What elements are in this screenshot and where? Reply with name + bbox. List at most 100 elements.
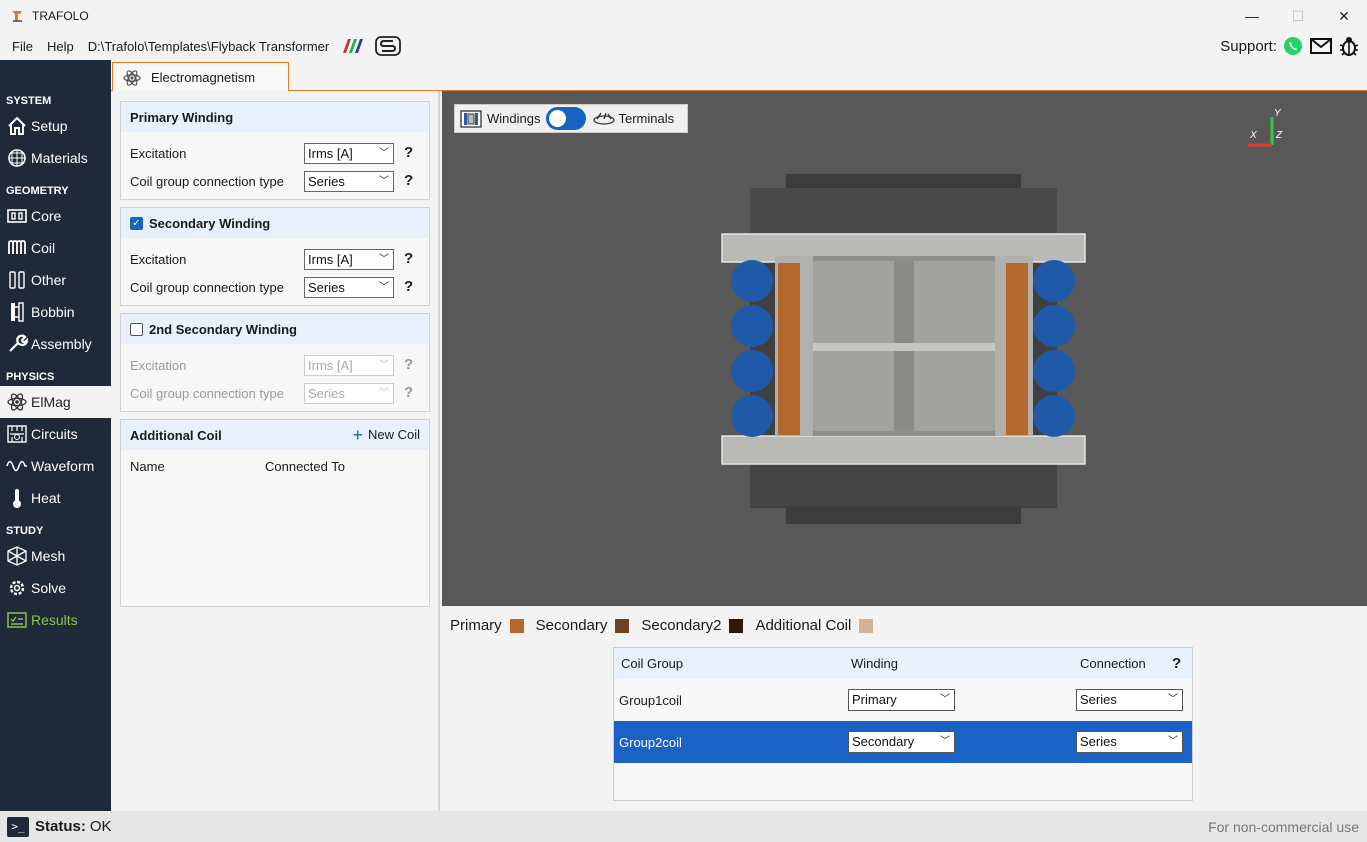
new-coil-label: New Coil xyxy=(367,427,420,442)
close-button[interactable]: ✕ xyxy=(1321,0,1367,32)
column-name: Name xyxy=(130,458,165,474)
toggle-knob xyxy=(549,110,567,127)
chevron-down-icon: ﹀ xyxy=(379,360,389,371)
sidebar-item-waveform[interactable]: Waveform xyxy=(0,450,111,482)
menu-help[interactable]: Help xyxy=(47,37,74,56)
sidebar-label-circuits: Circuits xyxy=(31,426,78,442)
windings-terminals-toggle[interactable] xyxy=(546,107,587,130)
help-icon[interactable]: ? xyxy=(404,384,413,401)
salome-icon[interactable] xyxy=(375,36,402,56)
legend-swatch-primary xyxy=(509,618,524,633)
sidebar-item-setup[interactable]: Setup xyxy=(0,110,111,142)
help-icon[interactable]: ? xyxy=(404,356,413,373)
row-connection-select[interactable]: Series ﹀ xyxy=(1076,731,1183,753)
secondary2-excitation-label: Excitation xyxy=(130,357,187,373)
sidebar-label-mesh: Mesh xyxy=(31,548,66,564)
menu-file[interactable]: File xyxy=(12,37,33,56)
bug-icon[interactable] xyxy=(1339,35,1359,57)
sidebar-item-heat[interactable]: Heat xyxy=(0,482,111,514)
secondary-excitation-select[interactable]: Irms [A] ﹀ xyxy=(304,249,394,270)
secondary2-winding-group: 2nd Secondary Winding Excitation Irms [A… xyxy=(120,313,430,412)
secondary2-connection-select: Series ﹀ xyxy=(304,383,394,404)
maximize-button[interactable]: ☐ xyxy=(1275,0,1321,32)
secondary2-excitation-row: Excitation Irms [A] ﹀ ? xyxy=(121,351,429,379)
status-value: OK xyxy=(89,818,112,835)
chevron-down-icon: ﹀ xyxy=(379,148,389,159)
windings-label: Windings xyxy=(487,111,541,126)
help-icon[interactable]: ? xyxy=(404,144,413,161)
column-connected-to: Connected To xyxy=(265,458,345,474)
sidebar-item-elmag[interactable]: ElMag xyxy=(0,386,111,418)
paraview-icon[interactable] xyxy=(341,37,365,55)
section-physics: PHYSICS xyxy=(6,371,55,383)
atom-icon xyxy=(7,393,27,411)
help-icon[interactable]: ? xyxy=(404,172,413,189)
primary-connection-select[interactable]: Series ﹀ xyxy=(304,171,394,192)
trafolo-logo-icon xyxy=(12,11,22,22)
table-row[interactable]: Group2coil Secondary ﹀ Series ﹀ xyxy=(614,721,1192,763)
sidebar-item-other[interactable]: Other xyxy=(0,264,111,296)
sidebar-item-core[interactable]: Core xyxy=(0,200,111,232)
sidebar-item-results[interactable]: Results xyxy=(0,604,111,636)
sidebar-item-circuits[interactable]: Circuits xyxy=(0,418,111,450)
materials-grid-icon xyxy=(8,149,26,167)
secondary-connection-value: Series xyxy=(308,280,345,295)
license-notice: For non-commercial use xyxy=(1208,818,1359,835)
section-system: SYSTEM xyxy=(6,95,52,107)
secondary-excitation-value: Irms [A] xyxy=(308,252,353,267)
secondary2-connection-label: Coil group connection type xyxy=(130,385,284,401)
additional-coil-columns: Name Connected To xyxy=(121,452,429,480)
primary-excitation-select[interactable]: Irms [A] ﹀ xyxy=(304,143,394,164)
title-bar: TRAFOLO — ☐ ✕ xyxy=(0,0,1367,32)
sidebar-item-materials[interactable]: Materials xyxy=(0,142,111,174)
sidebar-item-bobbin[interactable]: Bobbin xyxy=(0,296,111,328)
new-coil-button[interactable]: + New Coil xyxy=(352,426,420,444)
row-winding-select[interactable]: Primary ﹀ xyxy=(848,689,955,711)
help-icon[interactable]: ? xyxy=(404,250,413,267)
sidebar-item-mesh[interactable]: Mesh xyxy=(0,540,111,572)
sidebar-label-coil: Coil xyxy=(31,240,56,256)
secondary2-winding-checkbox[interactable] xyxy=(130,322,143,336)
chevron-down-icon: ﹀ xyxy=(379,254,389,265)
chevron-down-icon: ﹀ xyxy=(379,282,389,293)
chevron-down-icon: ﹀ xyxy=(1168,694,1178,705)
secondary-excitation-row: Excitation Irms [A] ﹀ ? xyxy=(121,245,429,273)
status-bar: >_ Status: OK For non-commercial use xyxy=(0,811,1367,842)
whatsapp-icon[interactable] xyxy=(1283,36,1303,56)
header-winding: Winding xyxy=(851,656,898,671)
mail-icon[interactable] xyxy=(1309,36,1333,56)
winding-settings-panel: Primary Winding Excitation Irms [A] ﹀ ? C… xyxy=(111,91,440,811)
terminal-icon[interactable]: >_ xyxy=(7,816,29,837)
terminals-icon xyxy=(593,112,616,125)
axis-triad: Y X Z xyxy=(1248,108,1283,147)
secondary-connection-select[interactable]: Series ﹀ xyxy=(304,277,394,298)
minimize-button[interactable]: — xyxy=(1229,0,1275,32)
axis-x-label: X xyxy=(1249,130,1257,141)
3d-viewport[interactable]: Windings Terminals Y X Z xyxy=(442,91,1367,606)
secondary2-winding-header: 2nd Secondary Winding xyxy=(121,314,429,344)
coil-assignment-area: Primary Secondary Secondary2 Additional … xyxy=(442,606,1367,811)
sidebar-label-solve: Solve xyxy=(31,580,67,596)
sidebar-item-coil[interactable]: Coil xyxy=(0,232,111,264)
secondary2-winding-title: 2nd Secondary Winding xyxy=(149,321,297,337)
primary-winding-header: Primary Winding xyxy=(121,102,429,132)
sidebar-item-assembly[interactable]: Assembly xyxy=(0,328,111,360)
sidebar-item-solve[interactable]: Solve xyxy=(0,572,111,604)
secondary-winding-checkbox[interactable]: ✓ xyxy=(130,216,143,230)
status-label: Status: xyxy=(35,818,86,835)
tab-bar: Electromagnetism xyxy=(111,60,1367,92)
coil-icon xyxy=(8,240,26,254)
sidebar: SYSTEM Setup Materials GEOMETRY Core Coi… xyxy=(0,90,111,811)
row-winding-select[interactable]: Secondary ﹀ xyxy=(848,731,955,753)
help-icon[interactable]: ? xyxy=(1172,648,1181,679)
secondary-excitation-label: Excitation xyxy=(130,251,187,267)
results-checklist-icon xyxy=(7,612,27,628)
bobbin-icon xyxy=(11,302,24,322)
tab-electromagnetism[interactable]: Electromagnetism xyxy=(112,62,289,92)
atom-icon xyxy=(123,69,141,86)
chevron-down-icon: ﹀ xyxy=(379,388,389,399)
chevron-down-icon: ﹀ xyxy=(1168,736,1178,747)
table-row[interactable]: Group1coil Primary ﹀ Series ﹀ xyxy=(614,679,1192,721)
row-connection-select[interactable]: Series ﹀ xyxy=(1076,689,1183,711)
help-icon[interactable]: ? xyxy=(404,278,413,295)
